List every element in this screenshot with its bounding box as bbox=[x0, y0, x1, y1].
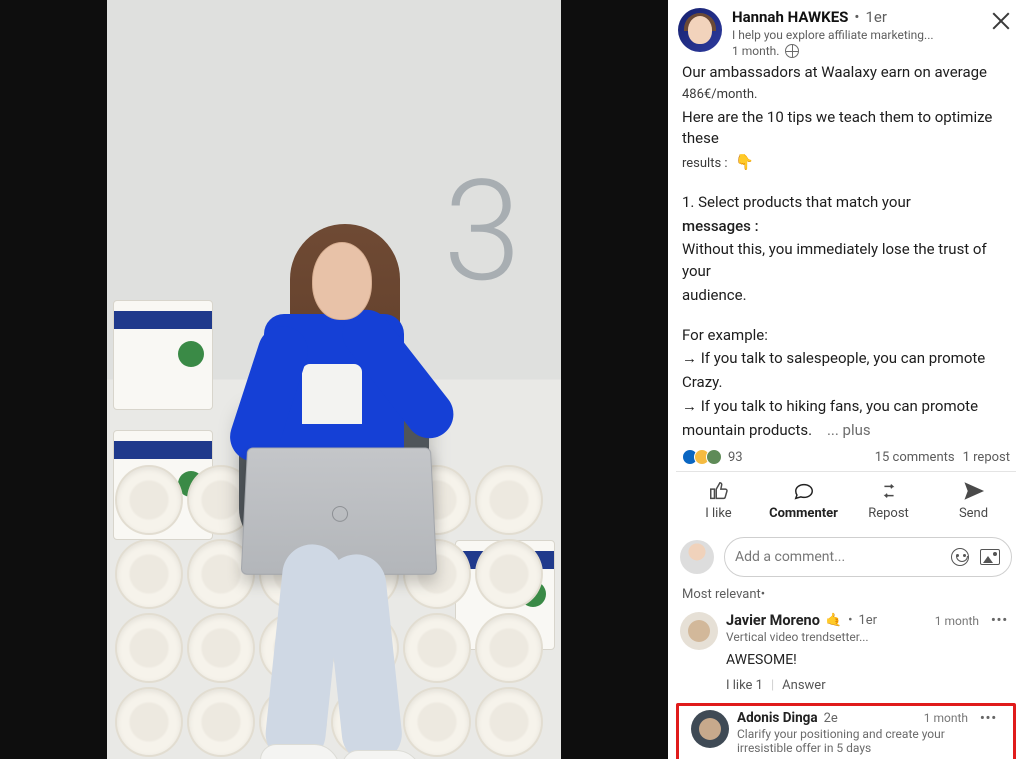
comments-count[interactable]: 15 comments bbox=[875, 450, 955, 465]
send-button[interactable]: Send bbox=[931, 472, 1016, 529]
author-tagline: I help you explore affiliate marketing..… bbox=[732, 28, 978, 42]
reposts-count[interactable]: 1 repost bbox=[963, 450, 1010, 465]
comment-button[interactable]: Commenter bbox=[761, 472, 846, 529]
comment-item: Adonis Dinga 2e 1 month ••• Clarify your… bbox=[679, 706, 1013, 759]
like-button[interactable]: I like bbox=[676, 472, 761, 529]
comment-placeholder: Add a comment... bbox=[735, 549, 941, 565]
send-icon bbox=[963, 480, 985, 502]
repost-icon bbox=[878, 480, 900, 502]
comment-like-button[interactable]: I like 1 bbox=[726, 678, 763, 693]
post-media-pane: 3 bbox=[0, 0, 668, 759]
self-avatar[interactable] bbox=[680, 540, 714, 574]
comment-text: AWESOME! bbox=[726, 652, 1008, 668]
author-avatar[interactable] bbox=[678, 8, 722, 52]
commenter-tagline: Clarify your positioning and create your… bbox=[737, 727, 997, 755]
close-button[interactable] bbox=[988, 8, 1014, 34]
repost-button[interactable]: Repost bbox=[846, 472, 931, 529]
commenter-tagline: Vertical video trendsetter... bbox=[726, 630, 1008, 644]
see-more[interactable]: ... plus bbox=[827, 421, 871, 439]
commenter-name[interactable]: Javier Moreno bbox=[726, 612, 820, 629]
author-name[interactable]: Hannah HAWKES bbox=[732, 8, 848, 26]
comment-input[interactable]: Add a comment... bbox=[724, 537, 1012, 577]
comment-menu-button[interactable]: ••• bbox=[980, 711, 997, 726]
reaction-icons[interactable] bbox=[682, 449, 722, 465]
commenter-avatar[interactable] bbox=[691, 710, 729, 748]
post-image[interactable]: 3 bbox=[107, 0, 561, 759]
comment-time: 1 month bbox=[924, 711, 974, 725]
author-degree: 1er bbox=[865, 8, 886, 26]
point-down-icon: 👇 bbox=[735, 153, 754, 171]
comment-icon bbox=[793, 480, 815, 502]
comment-menu-button[interactable]: ••• bbox=[991, 613, 1008, 628]
comment-reply-button[interactable]: Answer bbox=[782, 678, 825, 693]
commenter-degree: 2e bbox=[824, 711, 838, 726]
sort-dropdown[interactable]: Most relevant• bbox=[668, 587, 1024, 608]
reaction-count[interactable]: 93 bbox=[728, 450, 743, 465]
image-icon[interactable] bbox=[979, 546, 1001, 568]
commenter-degree: 1er bbox=[858, 613, 877, 628]
post-detail-pane: Hannah HAWKES • 1er I help you explore a… bbox=[668, 0, 1024, 759]
commenter-name[interactable]: Adonis Dinga bbox=[737, 710, 818, 726]
globe-icon bbox=[785, 44, 799, 58]
thumbs-up-icon bbox=[708, 480, 730, 502]
comment-item: Javier Moreno 🤙 • 1er 1 month ••• Vertic… bbox=[668, 608, 1024, 701]
commenter-avatar[interactable] bbox=[680, 612, 718, 650]
comment-time: 1 month bbox=[935, 614, 985, 628]
post-time: 1 month. bbox=[732, 44, 779, 58]
post-text: Our ambassadors at Waalaxy earn on avera… bbox=[668, 60, 1024, 443]
emoji-icon[interactable] bbox=[949, 546, 971, 568]
